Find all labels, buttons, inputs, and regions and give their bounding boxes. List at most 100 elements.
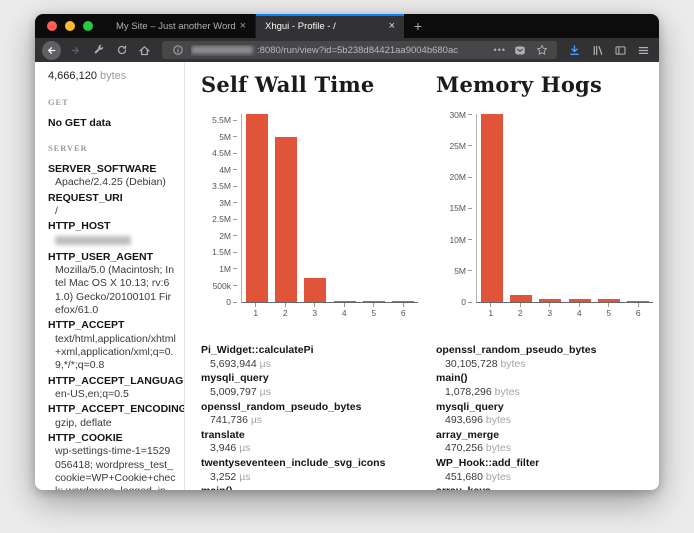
- x-tick: 3: [300, 303, 330, 318]
- x-tick-label: 1: [253, 308, 258, 318]
- server-var-key: REQUEST_URI: [48, 192, 176, 205]
- x-tick-label: 1: [488, 308, 493, 318]
- function-value: 30,105,728 bytes: [436, 358, 657, 372]
- function-value: 5,693,944 µs: [201, 358, 422, 372]
- x-tick-mark: [344, 303, 345, 307]
- bar[interactable]: [304, 278, 326, 302]
- y-tick-mark: [233, 169, 237, 170]
- value-number: 5,009,797: [210, 386, 260, 398]
- sidebar-toggle-icon[interactable]: [612, 42, 629, 59]
- tab-close-icon[interactable]: ×: [240, 21, 246, 32]
- url-text[interactable]: :8080/run/view?id=5b238d84421aa9004b680a…: [191, 45, 489, 56]
- x-tick-label: 5: [606, 308, 611, 318]
- x-tick-label: 6: [636, 308, 641, 318]
- redacted-value: [55, 236, 131, 245]
- y-tick: 0: [461, 297, 472, 307]
- section-header: GET: [48, 97, 176, 108]
- library-icon[interactable]: [589, 42, 606, 59]
- tab-wordpress-site[interactable]: My Site – Just another WordPress s ×: [107, 14, 256, 38]
- x-tick: 2: [271, 303, 301, 318]
- bar[interactable]: [275, 137, 297, 302]
- wrench-icon[interactable]: [90, 42, 107, 59]
- function-list-item: twentyseventeen_include_svg_icons3,252 µ…: [201, 457, 422, 484]
- y-tick-mark: [233, 153, 237, 154]
- tab-close-icon[interactable]: ×: [389, 21, 395, 32]
- value-unit: µs: [239, 471, 250, 483]
- window-close-button[interactable]: [47, 21, 57, 31]
- y-tick-mark: [468, 114, 472, 115]
- window-zoom-button[interactable]: [83, 21, 93, 31]
- browser-window: My Site – Just another WordPress s × Xhg…: [35, 14, 659, 490]
- function-name: openssl_random_pseudo_bytes: [436, 344, 657, 358]
- bar[interactable]: [539, 299, 561, 302]
- x-tick: 5: [359, 303, 389, 318]
- x-tick: 6: [389, 303, 419, 318]
- y-tick-label: 5.5M: [212, 115, 231, 125]
- new-tab-button[interactable]: +: [404, 14, 432, 38]
- x-tick-mark: [255, 303, 256, 307]
- forward-icon[interactable]: [67, 42, 84, 59]
- bar[interactable]: [627, 301, 649, 302]
- x-tick-label: 3: [312, 308, 317, 318]
- pocket-icon[interactable]: [511, 42, 528, 59]
- x-tick-mark: [608, 303, 609, 307]
- download-icon[interactable]: [566, 42, 583, 59]
- y-tick-label: 4.5M: [212, 148, 231, 158]
- menu-icon[interactable]: [635, 42, 652, 59]
- bar-slot: [536, 114, 565, 302]
- y-tick: 1M: [219, 264, 237, 274]
- tab-xhgui-profile[interactable]: Xhgui - Profile - / ×: [256, 14, 404, 38]
- function-value: 3,946 µs: [201, 442, 422, 456]
- y-tick-label: 20M: [449, 172, 466, 182]
- reload-icon[interactable]: [113, 42, 130, 59]
- window-minimize-button[interactable]: [65, 21, 75, 31]
- function-name: array_keys: [436, 485, 657, 490]
- y-tick-mark: [468, 302, 472, 303]
- y-tick-label: 0: [461, 297, 466, 307]
- bar[interactable]: [246, 114, 268, 302]
- bar[interactable]: [510, 295, 532, 302]
- x-tick: 1: [241, 303, 271, 318]
- back-button[interactable]: [42, 41, 61, 60]
- bar[interactable]: [392, 301, 414, 302]
- bar[interactable]: [569, 299, 591, 302]
- value-number: 1,078,296: [445, 386, 495, 398]
- x-tick-mark: [579, 303, 580, 307]
- y-tick: 2.5M: [212, 214, 237, 224]
- y-tick-label: 2.5M: [212, 214, 231, 224]
- y-tick-label: 500k: [213, 281, 231, 291]
- x-tick-mark: [520, 303, 521, 307]
- function-list-item: openssl_random_pseudo_bytes741,736 µs: [201, 401, 422, 428]
- y-axis: 05M10M15M20M25M30M: [436, 114, 472, 302]
- memory-summary-value: 4,666,120: [48, 70, 97, 82]
- y-tick: 500k: [213, 281, 237, 291]
- bar[interactable]: [334, 301, 356, 302]
- memory-summary-unit: bytes: [100, 70, 126, 82]
- y-tick-mark: [233, 235, 237, 236]
- bar[interactable]: [363, 301, 385, 302]
- y-axis: 0500k1M1.5M2M2.5M3M3.5M4M4.5M5M5.5M: [201, 114, 237, 302]
- y-tick-mark: [468, 239, 472, 240]
- info-icon[interactable]: [169, 42, 186, 59]
- value-number: 30,105,728: [445, 358, 500, 370]
- function-list-item: openssl_random_pseudo_bytes30,105,728 by…: [436, 344, 657, 371]
- home-icon[interactable]: [136, 42, 153, 59]
- server-var-key: HTTP_COOKIE: [48, 432, 176, 445]
- bar-chart-plot: 0500k1M1.5M2M2.5M3M3.5M4M4.5M5M5.5M12345…: [201, 114, 422, 326]
- value-number: 493,696: [445, 414, 486, 426]
- server-var-key: HTTP_USER_AGENT: [48, 251, 176, 264]
- y-tick-mark: [468, 177, 472, 178]
- function-name: main(): [201, 485, 422, 490]
- bar[interactable]: [598, 299, 620, 302]
- value-unit: µs: [239, 442, 250, 454]
- bar-slot: [330, 114, 359, 302]
- bar[interactable]: [481, 114, 503, 302]
- function-name: WP_Hook::add_filter: [436, 457, 657, 471]
- url-bar[interactable]: :8080/run/view?id=5b238d84421aa9004b680a…: [162, 41, 557, 59]
- x-tick-mark: [373, 303, 374, 307]
- page-actions-icon[interactable]: •••: [494, 45, 506, 55]
- bookmark-star-icon[interactable]: [533, 42, 550, 59]
- plot-area: [476, 114, 653, 303]
- x-tick-label: 3: [547, 308, 552, 318]
- section-header: SERVER: [48, 143, 176, 154]
